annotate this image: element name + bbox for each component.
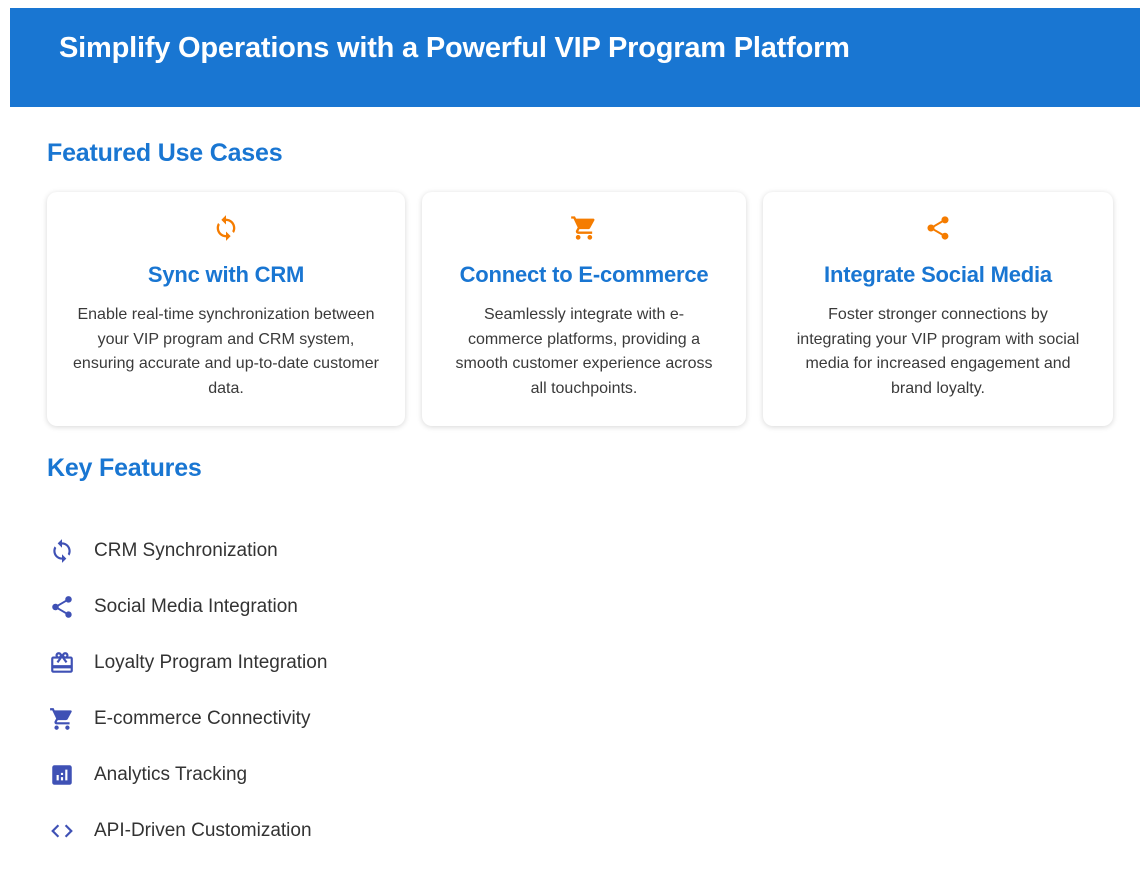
list-item: E-commerce Connectivity (47, 691, 1122, 747)
shopping-cart-icon (570, 214, 598, 242)
use-case-card-social: Integrate Social Media Foster stronger c… (763, 192, 1113, 426)
sync-icon (47, 536, 77, 566)
key-features-title: Key Features (47, 454, 202, 482)
main-content: Featured Use Cases Sync with CRM Enable … (10, 139, 1140, 859)
sync-icon (212, 214, 240, 242)
card-title: Sync with CRM (147, 262, 305, 287)
featured-use-cases-title: Featured Use Cases (47, 139, 283, 167)
analytics-icon (47, 760, 77, 790)
feature-label: CRM Synchronization (94, 540, 278, 561)
feature-label: Analytics Tracking (94, 764, 248, 785)
list-item: CRM Synchronization (47, 523, 1122, 579)
card-description: Foster stronger connections by integrati… (796, 306, 1080, 397)
share-icon (47, 592, 77, 622)
list-item: Social Media Integration (47, 579, 1122, 635)
list-item: API-Driven Customization (47, 803, 1122, 859)
feature-label: API-Driven Customization (94, 820, 312, 841)
feature-label: Loyalty Program Integration (94, 652, 328, 673)
use-case-card-ecommerce: Connect to E-commerce Seamlessly integra… (422, 192, 746, 426)
page: Simplify Operations with a Powerful VIP … (10, 8, 1140, 879)
card-title: Integrate Social Media (824, 262, 1052, 287)
page-title: Simplify Operations with a Powerful VIP … (59, 32, 850, 64)
loyalty-card-icon (47, 648, 77, 678)
card-title: Connect to E-commerce (459, 262, 709, 287)
use-case-card-crm: Sync with CRM Enable real-time synchroni… (47, 192, 405, 426)
card-description: Seamlessly integrate with e-commerce pla… (455, 306, 713, 397)
use-case-cards: Sync with CRM Enable real-time synchroni… (47, 192, 1122, 426)
feature-label: Social Media Integration (94, 596, 298, 617)
key-features-list: CRM Synchronization Social Media Integra… (47, 523, 1122, 859)
list-item: Loyalty Program Integration (47, 635, 1122, 691)
shopping-cart-icon (47, 704, 77, 734)
code-icon (47, 816, 77, 846)
feature-label: E-commerce Connectivity (94, 708, 311, 729)
card-description: Enable real-time synchronization between… (73, 306, 379, 397)
share-icon (924, 214, 952, 242)
list-item: Analytics Tracking (47, 747, 1122, 803)
page-header: Simplify Operations with a Powerful VIP … (10, 8, 1140, 107)
